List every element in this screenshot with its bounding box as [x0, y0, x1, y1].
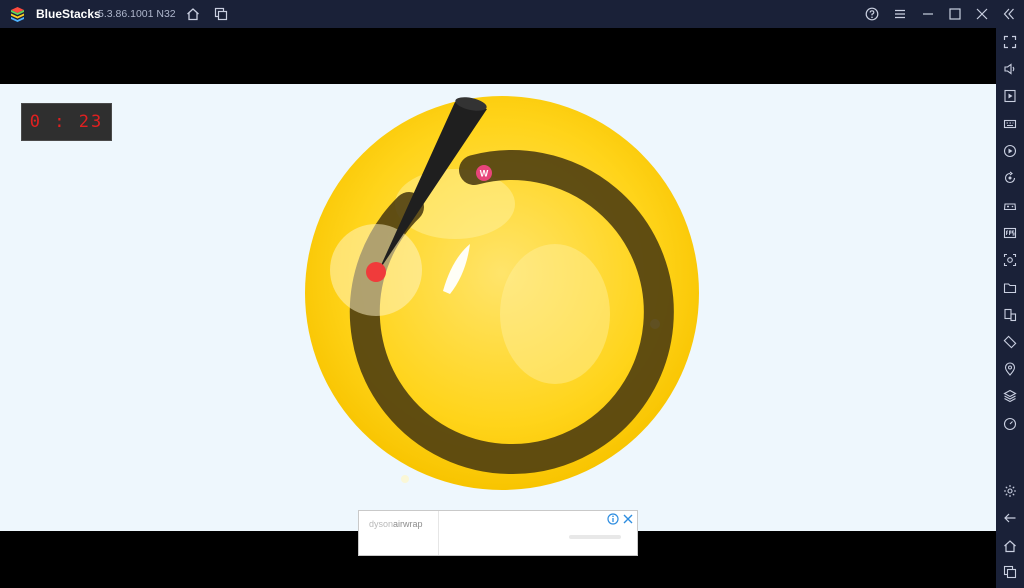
minimize-icon[interactable] — [919, 5, 937, 23]
home-icon[interactable] — [184, 5, 202, 23]
countdown-timer: 0 : 23 — [21, 103, 112, 141]
close-icon[interactable] — [973, 5, 991, 23]
eco-mode-icon[interactable] — [1002, 416, 1018, 432]
maximize-icon[interactable] — [946, 5, 964, 23]
coin-highlight — [500, 244, 610, 384]
media-manager-icon[interactable] — [1002, 88, 1018, 104]
fps-icon[interactable] — [1002, 225, 1018, 241]
multi-instance-icon[interactable] — [212, 5, 230, 23]
app-version: 5.3.86.1001 N32 — [98, 8, 176, 20]
volume-icon[interactable] — [1002, 61, 1018, 77]
rotate-sync-icon[interactable] — [1002, 170, 1018, 186]
gamepad-icon[interactable] — [1002, 198, 1018, 214]
back-icon[interactable] — [1002, 510, 1018, 526]
bluestacks-logo-icon — [11, 7, 24, 22]
right-sidebar — [996, 28, 1024, 588]
game-area[interactable]: W 0 : 23 — [0, 84, 996, 531]
ad-info-icon[interactable] — [607, 513, 619, 525]
ad-divider — [438, 511, 439, 555]
emulator-screen[interactable]: W 0 : 23 dysonairwrap — [0, 28, 996, 588]
title-bar: BlueStacks 5.3.86.1001 N32 — [0, 0, 1024, 28]
ad-brand[interactable]: dysonairwrap — [369, 519, 423, 529]
settings-icon[interactable] — [1002, 483, 1018, 499]
ad-banner[interactable]: dysonairwrap — [358, 510, 638, 556]
menu-icon[interactable] — [891, 5, 909, 23]
coin-speck — [401, 475, 409, 483]
multi-instance-sync-icon[interactable] — [1002, 307, 1018, 323]
recent-apps-icon[interactable] — [1002, 564, 1018, 580]
help-icon[interactable] — [863, 5, 881, 23]
location-icon[interactable] — [1002, 361, 1018, 377]
collapse-sidebar-icon[interactable] — [1000, 5, 1018, 23]
macro-icon[interactable] — [1002, 143, 1018, 159]
keymap-icon[interactable] — [1002, 116, 1018, 132]
needle-tip — [366, 262, 386, 282]
fullscreen-icon[interactable] — [1002, 34, 1018, 50]
game-canvas[interactable]: W — [0, 84, 996, 531]
rotate-icon[interactable] — [1002, 334, 1018, 350]
home-icon[interactable] — [1002, 538, 1018, 554]
screenshot-icon[interactable] — [1002, 252, 1018, 268]
ad-brand-product: airwrap — [393, 519, 423, 529]
ad-brand-light: dyson — [369, 519, 394, 529]
layers-icon[interactable] — [1002, 388, 1018, 404]
ad-close-icon[interactable] — [622, 513, 634, 525]
ad-product-image — [569, 535, 621, 539]
folder-icon[interactable] — [1002, 280, 1018, 296]
ring-marker-letter: W — [480, 169, 489, 179]
app-name: BlueStacks — [36, 7, 101, 21]
